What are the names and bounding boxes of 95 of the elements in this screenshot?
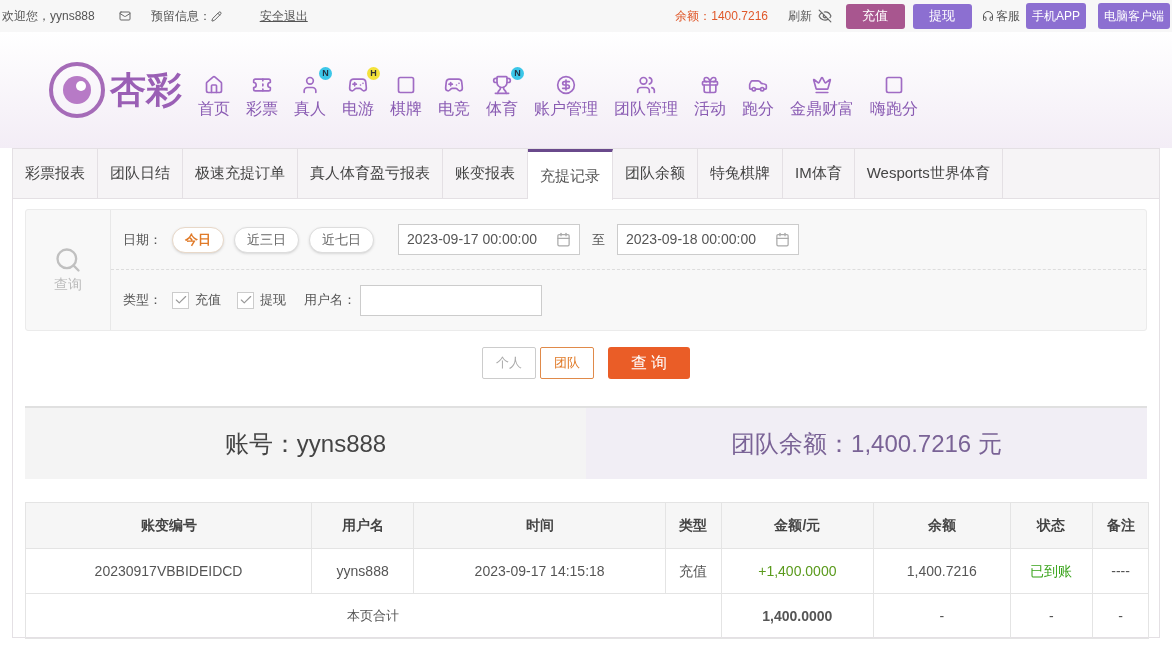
nav-item[interactable]: N 体育 xyxy=(478,59,526,121)
nav-item[interactable]: 账户管理 xyxy=(526,59,606,121)
users-icon xyxy=(636,75,656,95)
type-checkbox[interactable] xyxy=(237,291,254,309)
new-badge: N xyxy=(511,67,524,80)
date-from-field[interactable]: 2023-09-17 00:00:00 xyxy=(398,224,580,255)
column-header: 状态 xyxy=(1010,502,1093,549)
gamepad-icon xyxy=(348,75,368,95)
column-header: 时间 xyxy=(413,502,666,549)
check-icon xyxy=(238,293,253,307)
column-header: 备注 xyxy=(1092,502,1149,549)
table-cell: yyns888 xyxy=(311,548,414,594)
trophy-icon xyxy=(492,75,512,95)
calendar-icon[interactable] xyxy=(775,232,790,247)
reserved-info-label: 预留信息： xyxy=(150,8,211,25)
table-cell: - xyxy=(1010,593,1093,639)
app-download-button[interactable]: 手机APP xyxy=(1026,3,1086,29)
gamepad-icon xyxy=(444,75,464,95)
type-label: 类型： xyxy=(123,291,162,310)
table-cell: 1,400.7216 xyxy=(873,548,1011,594)
refresh-link[interactable]: 刷新 xyxy=(788,7,812,25)
nav-item[interactable]: 电竞 xyxy=(430,59,478,121)
account-button[interactable]: 充值 xyxy=(846,3,905,29)
date-preset-button[interactable]: 近七日 xyxy=(309,226,374,253)
gift-icon xyxy=(700,75,720,95)
nav-item[interactable]: H 电游 xyxy=(334,59,382,121)
type-option-label: 提现 xyxy=(260,291,286,310)
service-link[interactable]: 客服 xyxy=(996,7,1020,25)
username-field[interactable] xyxy=(360,284,542,316)
date-to-field[interactable]: 2023-09-18 00:00:00 xyxy=(617,224,799,255)
column-header: 余额 xyxy=(873,502,1011,549)
check-icon xyxy=(173,293,188,307)
column-header: 金额/元 xyxy=(721,502,874,549)
type-option-label: 充值 xyxy=(195,291,221,310)
report-tab[interactable]: Wesports世界体育 xyxy=(854,149,1003,198)
query-button[interactable]: 查 询 xyxy=(608,347,690,379)
square-icon xyxy=(884,75,904,95)
date-to-label: 至 xyxy=(592,230,605,249)
report-tab[interactable]: 充提记录 xyxy=(528,149,613,200)
coin-icon xyxy=(556,75,576,95)
search-icon xyxy=(54,245,82,274)
date-label: 日期： xyxy=(123,230,162,249)
new-badge: N xyxy=(319,67,332,80)
report-tab[interactable]: 极速充提订单 xyxy=(183,149,298,198)
table-cell: +1,400.0000 xyxy=(721,548,874,594)
total-label-cell: 本页合计 xyxy=(25,593,722,639)
report-tab[interactable]: 特兔棋牌 xyxy=(698,149,783,198)
table-cell: ---- xyxy=(1092,548,1149,594)
account-text: 账号：yyns888 xyxy=(224,428,387,459)
ticket-icon xyxy=(252,75,272,95)
edit-icon[interactable] xyxy=(210,10,222,22)
nav-item[interactable]: 首页 xyxy=(190,59,238,121)
nav-item[interactable]: 彩票 xyxy=(238,59,286,121)
report-tab[interactable]: 团队余额 xyxy=(613,149,698,198)
table-cell: 充值 xyxy=(665,548,722,594)
welcome-text: 欢迎您，yyns888 xyxy=(2,8,95,25)
report-tab[interactable]: 彩票报表 xyxy=(13,149,98,198)
date-preset-button[interactable]: 近三日 xyxy=(234,226,299,253)
nav-item[interactable]: 金鼎财富 xyxy=(782,59,862,121)
total-amount-cell: 1,400.0000 xyxy=(721,593,874,639)
account-button[interactable]: 提现 xyxy=(913,3,972,29)
mail-icon[interactable] xyxy=(118,10,131,22)
nav-item[interactable]: 团队管理 xyxy=(606,59,686,121)
column-header: 类型 xyxy=(665,502,722,549)
logo-text: 杏彩 xyxy=(110,68,182,112)
new-badge: H xyxy=(367,67,380,80)
nav-item[interactable]: N 真人 xyxy=(286,59,334,121)
home-icon xyxy=(204,75,224,95)
team-balance-text: 团队余额：1,400.7216 元 xyxy=(731,428,1002,459)
table-cell: 2023-09-17 14:15:18 xyxy=(413,548,666,594)
search-label: 查询 xyxy=(54,274,82,294)
table-cell: 20230917VBBIDEIDCD xyxy=(25,548,312,594)
nav-item[interactable]: 活动 xyxy=(686,59,734,121)
crown-icon xyxy=(812,75,832,95)
report-tab[interactable]: 团队日结 xyxy=(98,149,183,198)
nav-item[interactable]: 棋牌 xyxy=(382,59,430,121)
balance-text: 余额：1400.7216 xyxy=(675,8,768,25)
logout-link[interactable]: 安全退出 xyxy=(259,7,308,25)
eye-hidden-icon[interactable] xyxy=(818,9,832,23)
type-checkbox[interactable] xyxy=(172,291,189,309)
table-cell: - xyxy=(873,593,1011,639)
app-download-button[interactable]: 电脑客户端 xyxy=(1098,3,1170,29)
logo-icon xyxy=(48,61,106,119)
username-label: 用户名： xyxy=(304,291,356,310)
report-tab[interactable]: IM体育 xyxy=(783,149,855,198)
report-tab[interactable]: 真人体育盈亏报表 xyxy=(298,149,443,198)
calendar-icon[interactable] xyxy=(556,232,571,247)
column-header: 用户名 xyxy=(311,502,414,549)
nav-item[interactable]: 跑分 xyxy=(734,59,782,121)
nav-item[interactable]: 嗨跑分 xyxy=(862,59,926,121)
table-cell: 已到账 xyxy=(1010,548,1093,594)
table-cell: - xyxy=(1092,593,1149,639)
headset-icon[interactable] xyxy=(982,10,994,22)
person-icon xyxy=(300,75,320,95)
column-header: 账变编号 xyxy=(25,502,312,549)
